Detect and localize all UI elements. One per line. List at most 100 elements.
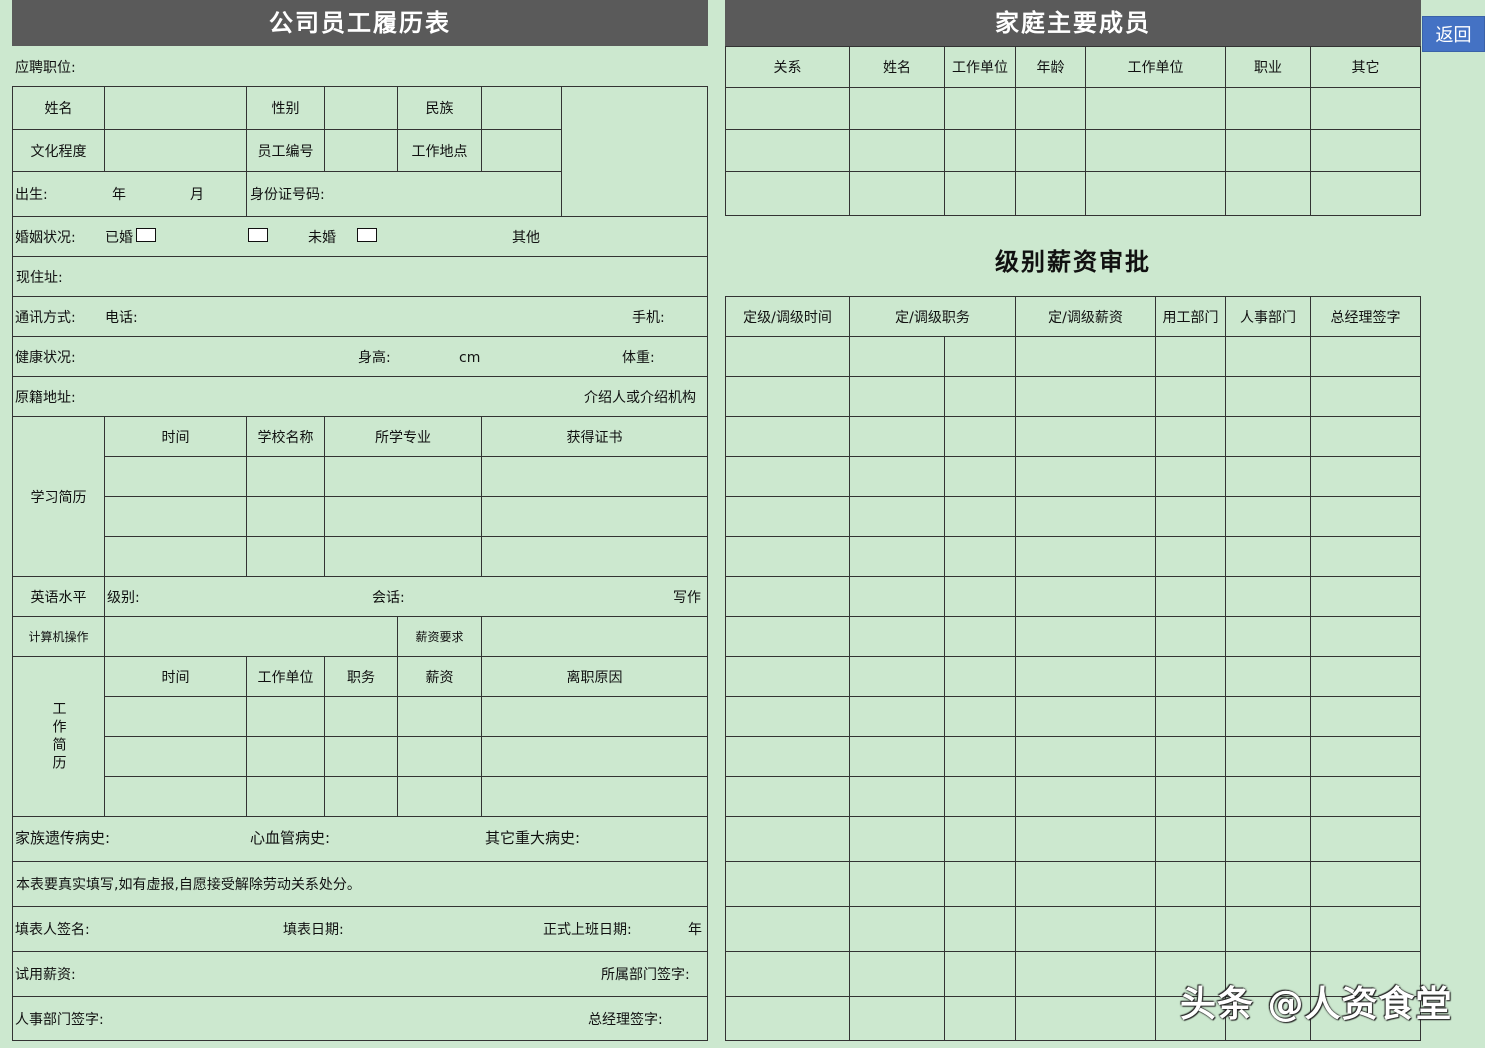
table-cell[interactable] [849, 996, 944, 1041]
table-cell[interactable] [1155, 496, 1225, 536]
unmarried-checkbox[interactable] [357, 228, 377, 242]
work-location-field[interactable] [481, 129, 561, 171]
back-button[interactable]: 返回 [1422, 16, 1485, 52]
table-cell[interactable] [1015, 576, 1155, 616]
table-cell[interactable] [849, 416, 944, 456]
table-cell[interactable] [1310, 616, 1421, 656]
table-cell[interactable] [1155, 656, 1225, 696]
table-cell[interactable] [1015, 776, 1155, 816]
study-cell[interactable] [324, 496, 481, 536]
work-cell[interactable] [104, 776, 246, 816]
table-cell[interactable] [1310, 656, 1421, 696]
table-cell[interactable] [1225, 536, 1310, 576]
table-cell[interactable] [1015, 456, 1155, 496]
table-cell[interactable] [1225, 496, 1310, 536]
table-cell[interactable] [849, 87, 944, 129]
study-cell[interactable] [481, 456, 708, 496]
work-cell[interactable] [397, 696, 481, 736]
work-cell[interactable] [481, 736, 708, 776]
table-cell[interactable] [944, 816, 1015, 861]
work-cell[interactable] [397, 736, 481, 776]
table-cell[interactable] [1015, 171, 1085, 216]
table-cell[interactable] [1155, 906, 1225, 951]
work-cell[interactable] [481, 776, 708, 816]
table-cell[interactable] [1225, 861, 1310, 906]
study-cell[interactable] [481, 496, 708, 536]
table-cell[interactable] [944, 996, 1015, 1041]
table-cell[interactable] [849, 496, 944, 536]
table-cell[interactable] [944, 536, 1015, 576]
work-cell[interactable] [246, 776, 324, 816]
table-cell[interactable] [1225, 906, 1310, 951]
table-cell[interactable] [849, 656, 944, 696]
table-cell[interactable] [725, 336, 849, 376]
table-cell[interactable] [944, 616, 1015, 656]
table-cell[interactable] [1155, 861, 1225, 906]
table-cell[interactable] [1225, 376, 1310, 416]
table-cell[interactable] [849, 536, 944, 576]
address-label[interactable]: 现住址: [12, 256, 708, 296]
table-cell[interactable] [849, 456, 944, 496]
table-cell[interactable] [725, 696, 849, 736]
table-cell[interactable] [1225, 336, 1310, 376]
table-cell[interactable] [1225, 616, 1310, 656]
table-cell[interactable] [1015, 129, 1085, 171]
table-cell[interactable] [725, 906, 849, 951]
work-cell[interactable] [481, 696, 708, 736]
table-cell[interactable] [944, 496, 1015, 536]
table-cell[interactable] [725, 656, 849, 696]
work-cell[interactable] [246, 696, 324, 736]
table-cell[interactable] [725, 129, 849, 171]
table-cell[interactable] [1015, 816, 1155, 861]
table-cell[interactable] [1155, 776, 1225, 816]
study-cell[interactable] [104, 496, 246, 536]
table-cell[interactable] [849, 951, 944, 996]
employee-id-field[interactable] [324, 129, 397, 171]
english-row[interactable] [104, 576, 708, 616]
table-cell[interactable] [1015, 616, 1155, 656]
table-cell[interactable] [1310, 736, 1421, 776]
table-cell[interactable] [725, 416, 849, 456]
table-cell[interactable] [1310, 87, 1421, 129]
table-cell[interactable] [1225, 576, 1310, 616]
table-cell[interactable] [849, 861, 944, 906]
table-cell[interactable] [944, 951, 1015, 996]
table-cell[interactable] [1015, 736, 1155, 776]
table-cell[interactable] [849, 129, 944, 171]
table-cell[interactable] [849, 906, 944, 951]
table-cell[interactable] [725, 616, 849, 656]
table-cell[interactable] [1085, 171, 1225, 216]
table-cell[interactable] [1155, 336, 1225, 376]
table-cell[interactable] [725, 736, 849, 776]
table-cell[interactable] [944, 456, 1015, 496]
table-cell[interactable] [1015, 336, 1155, 376]
work-cell[interactable] [324, 696, 397, 736]
study-cell[interactable] [481, 536, 708, 576]
table-cell[interactable] [1155, 536, 1225, 576]
table-cell[interactable] [1310, 906, 1421, 951]
ethnicity-field[interactable] [481, 86, 561, 129]
table-cell[interactable] [849, 776, 944, 816]
table-cell[interactable] [1310, 696, 1421, 736]
table-cell[interactable] [1015, 951, 1155, 996]
table-cell[interactable] [944, 696, 1015, 736]
table-cell[interactable] [1225, 656, 1310, 696]
table-cell[interactable] [1085, 129, 1225, 171]
table-cell[interactable] [725, 861, 849, 906]
table-cell[interactable] [1310, 861, 1421, 906]
table-cell[interactable] [1015, 656, 1155, 696]
table-cell[interactable] [1225, 456, 1310, 496]
work-cell[interactable] [104, 736, 246, 776]
table-cell[interactable] [944, 736, 1015, 776]
table-cell[interactable] [849, 336, 944, 376]
table-cell[interactable] [1015, 376, 1155, 416]
education-field[interactable] [104, 129, 246, 171]
table-cell[interactable] [1155, 616, 1225, 656]
table-cell[interactable] [849, 171, 944, 216]
table-cell[interactable] [1155, 376, 1225, 416]
table-cell[interactable] [725, 816, 849, 861]
table-cell[interactable] [1015, 87, 1085, 129]
table-cell[interactable] [1310, 376, 1421, 416]
table-cell[interactable] [1225, 816, 1310, 861]
table-cell[interactable] [1155, 816, 1225, 861]
